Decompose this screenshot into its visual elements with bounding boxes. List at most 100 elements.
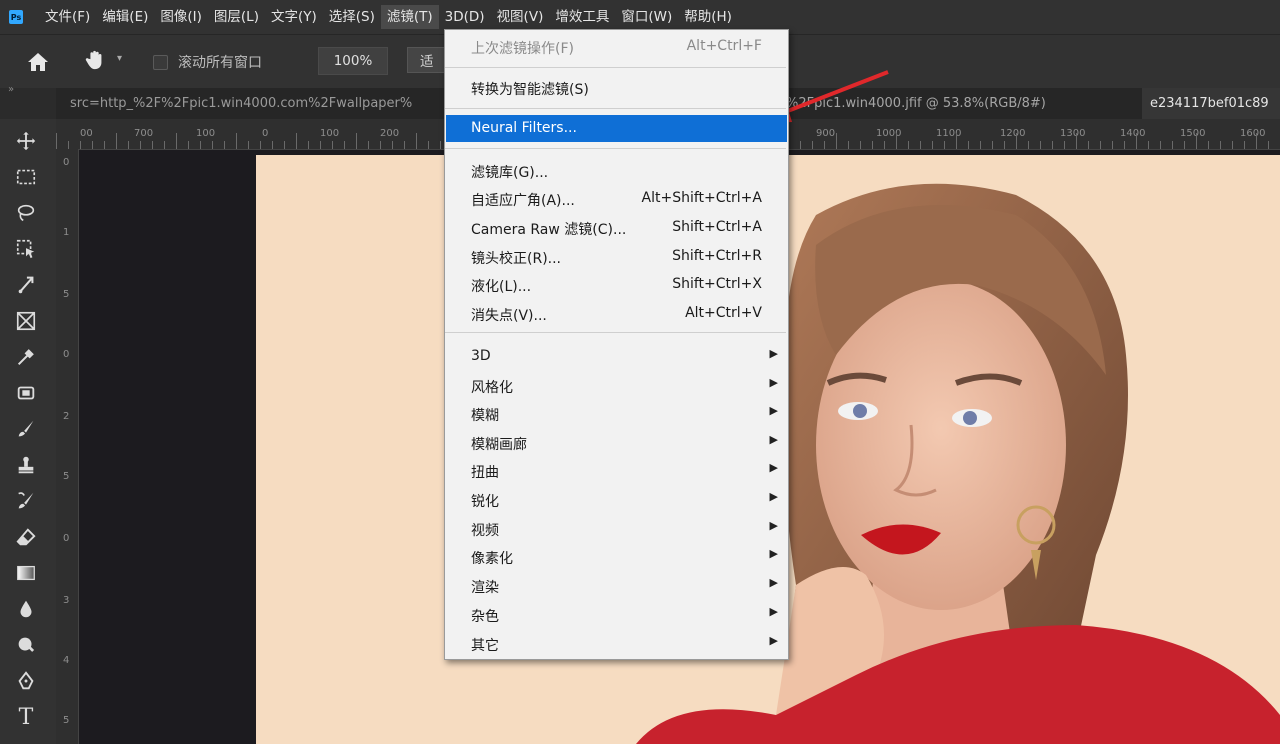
- scroll-all-windows-option[interactable]: 滚动所有窗口: [153, 52, 262, 72]
- ruler-tick: [344, 141, 345, 149]
- ruler-tick: [416, 133, 417, 149]
- menu-item-3d[interactable]: 3D ▶: [446, 343, 787, 370]
- move-tool-icon[interactable]: [12, 127, 40, 155]
- ruler-tick: [1148, 141, 1149, 149]
- submenu-arrow-icon: ▶: [769, 404, 778, 417]
- ruler-label: 2: [63, 411, 70, 422]
- zoom-field[interactable]: 100%: [318, 47, 388, 75]
- submenu-arrow-icon: ▶: [769, 519, 778, 532]
- menu-filter[interactable]: 滤镜(T): [380, 5, 439, 29]
- ruler-label: 0: [262, 128, 269, 139]
- document-tab-3[interactable]: e234117bef01c89: [1142, 88, 1280, 119]
- ruler-tick: [272, 141, 273, 149]
- ruler-tick: [968, 141, 969, 149]
- menu-item-distort[interactable]: 扭曲 ▶: [446, 457, 787, 484]
- menu-plugins[interactable]: 增效工具: [549, 5, 615, 29]
- scroll-all-windows-checkbox[interactable]: [153, 54, 168, 70]
- brush-tool-icon[interactable]: [12, 415, 40, 443]
- menu-item-sharpen[interactable]: 锐化 ▶: [446, 486, 787, 513]
- menu-window[interactable]: 窗口(W): [615, 5, 678, 29]
- ruler-tick: [320, 141, 321, 149]
- blur-tool-icon[interactable]: [12, 595, 40, 623]
- crop-tool-icon[interactable]: [12, 271, 40, 299]
- lasso-tool-icon[interactable]: [12, 199, 40, 227]
- ruler-tick: [1112, 141, 1113, 149]
- menu-item-lens-correction[interactable]: 镜头校正(R)... Shift+Ctrl+R: [446, 243, 787, 270]
- marquee-tool-icon[interactable]: [12, 163, 40, 191]
- ruler-tick: [1124, 141, 1125, 149]
- menu-item-camera-raw[interactable]: Camera Raw 滤镜(C)... Shift+Ctrl+A: [446, 214, 787, 241]
- menu-select[interactable]: 选择(S): [323, 5, 381, 29]
- object-select-tool-icon[interactable]: [12, 235, 40, 263]
- ruler-tick: [92, 141, 93, 149]
- menu-item-blur-gallery[interactable]: 模糊画廊 ▶: [446, 429, 787, 456]
- menu-item-stylize[interactable]: 风格化 ▶: [446, 372, 787, 399]
- submenu-arrow-icon: ▶: [769, 634, 778, 647]
- ruler-tick: [104, 141, 105, 149]
- ruler-tick: [428, 141, 429, 149]
- eyedropper-tool-icon[interactable]: [12, 343, 40, 371]
- type-tool-icon[interactable]: T: [12, 703, 40, 731]
- menu-item-adaptive-wide-angle[interactable]: 自适应广角(A)... Alt+Shift+Ctrl+A: [446, 185, 787, 212]
- menu-item-noise[interactable]: 杂色 ▶: [446, 601, 787, 628]
- menu-item-blur[interactable]: 模糊 ▶: [446, 400, 787, 427]
- pen-tool-icon[interactable]: [12, 667, 40, 695]
- ruler-tick: [932, 141, 933, 149]
- double-chevron-icon[interactable]: »: [8, 84, 14, 95]
- menu-separator: [445, 108, 786, 109]
- frame-tool-icon[interactable]: [12, 307, 40, 335]
- menu-image[interactable]: 图像(I): [154, 5, 208, 29]
- menu-help[interactable]: 帮助(H): [678, 5, 738, 29]
- ruler-tick: [68, 141, 69, 149]
- ruler-tick: [1160, 141, 1161, 149]
- menu-edit[interactable]: 编辑(E): [96, 5, 154, 29]
- menu-type[interactable]: 文字(Y): [265, 5, 323, 29]
- menu-item-render[interactable]: 渲染 ▶: [446, 572, 787, 599]
- menu-item-neural-filters[interactable]: Neural Filters...: [446, 115, 787, 142]
- menu-item-liquify[interactable]: 液化(L)... Shift+Ctrl+X: [446, 271, 787, 298]
- ruler-label: 3: [63, 595, 70, 606]
- ruler-label: 00: [80, 128, 93, 139]
- submenu-arrow-icon: ▶: [769, 490, 778, 503]
- patch-tool-icon[interactable]: [12, 379, 40, 407]
- photoshop-logo: Ps: [9, 10, 23, 24]
- menu-view[interactable]: 视图(V): [491, 5, 550, 29]
- ruler-label: 1500: [1180, 128, 1206, 139]
- menu-item-video[interactable]: 视频 ▶: [446, 515, 787, 542]
- menu-item-other[interactable]: 其它 ▶: [446, 630, 787, 657]
- menu-item-last-filter[interactable]: 上次滤镜操作(F) Alt+Ctrl+F: [446, 33, 787, 60]
- ruler-tick: [248, 141, 249, 149]
- eraser-tool-icon[interactable]: [12, 523, 40, 551]
- dodge-tool-icon[interactable]: [12, 631, 40, 659]
- menu-3d[interactable]: 3D(D): [439, 5, 491, 29]
- ruler-tick: [1088, 141, 1089, 149]
- home-icon[interactable]: [26, 50, 50, 74]
- gradient-tool-icon[interactable]: [12, 559, 40, 587]
- submenu-arrow-icon: ▶: [769, 605, 778, 618]
- menu-item-filter-gallery[interactable]: 滤镜库(G)...: [446, 157, 787, 184]
- ruler-tick: [356, 133, 357, 149]
- ruler-tick: [116, 133, 117, 149]
- menu-layer[interactable]: 图层(L): [208, 5, 265, 29]
- menu-file[interactable]: 文件(F): [39, 5, 96, 29]
- ruler-tick: [236, 133, 237, 149]
- ruler-tick: [308, 141, 309, 149]
- stamp-tool-icon[interactable]: [12, 451, 40, 479]
- document-tab-1[interactable]: src=http_%2F%2Fpic1.win4000.com%2Fwallpa…: [70, 88, 444, 119]
- ruler-label: 1400: [1120, 128, 1146, 139]
- ruler-label: 5: [63, 471, 70, 482]
- ruler-tick: [152, 141, 153, 149]
- ruler-label: 1: [63, 227, 70, 238]
- ruler-tick: [188, 141, 189, 149]
- toolbar-collapse-strip[interactable]: »: [0, 84, 56, 119]
- menu-item-pixelate[interactable]: 像素化 ▶: [446, 543, 787, 570]
- history-brush-tool-icon[interactable]: [12, 487, 40, 515]
- vertical-ruler[interactable]: 0 1 5 0 2 5 0 3 4 5: [56, 149, 79, 744]
- ruler-tick: [164, 141, 165, 149]
- chevron-down-icon[interactable]: ▾: [117, 53, 122, 64]
- ruler-tick: [140, 141, 141, 149]
- hand-tool-icon[interactable]: [84, 49, 106, 71]
- menu-item-vanishing-point[interactable]: 消失点(V)... Alt+Ctrl+V: [446, 300, 787, 327]
- ruler-tick: [368, 141, 369, 149]
- menu-item-convert-smart-filters[interactable]: 转换为智能滤镜(S): [446, 74, 787, 101]
